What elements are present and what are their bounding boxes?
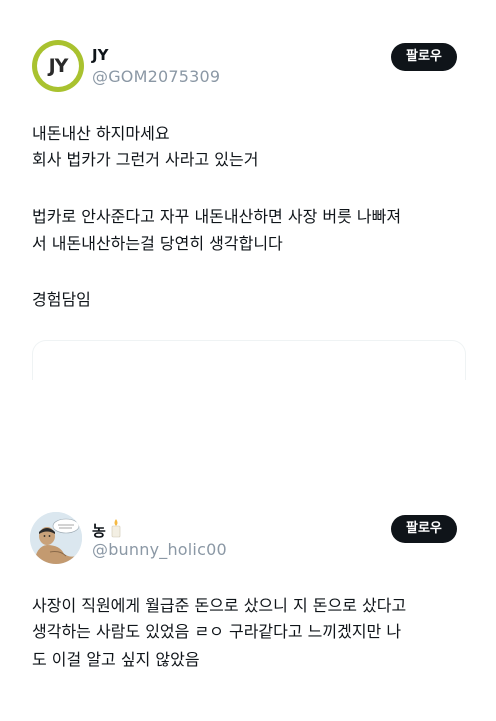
tweet-1-line-7: 경험담임 [32,290,91,309]
tweet-1-line-4: 법카로 안사준다고 자꾸 내돈내산하면 사장 버릇 나빠져 [32,207,402,226]
tweet-2-line-1: 사장이 직원에게 월급준 돈으로 샀으니 지 돈으로 샀다고 [32,596,407,615]
link-card-edge[interactable] [32,340,466,380]
avatar-jy[interactable]: JY [32,40,84,92]
handle-jy[interactable]: @GOM2075309 [92,67,220,86]
display-name-jy[interactable]: JY [92,46,108,64]
tweet-2-line-3: 도 이걸 알고 싶지 않았음 [32,650,200,669]
display-name-bunny-text: 농 [92,522,106,540]
tweet-2-line-2: 생각하는 사람도 있었음 ㄹㅇ 구라같다고 느끼겠지만 나 [32,622,402,641]
candle-icon [109,518,123,542]
display-name-bunny[interactable]: 농 [92,518,123,542]
tweet-1-line-1: 내돈내산 하지마세요 [32,124,170,143]
avatar-bunny[interactable] [30,512,82,564]
follow-button-bunny[interactable]: 팔로우 [391,515,457,543]
handle-bunny[interactable]: @bunny_holic00 [92,540,227,559]
avatar-figure-icon [30,512,82,564]
follow-button-jy[interactable]: 팔로우 [391,43,457,71]
avatar-initials: JY [37,45,79,87]
tweet-1-line-2: 회사 법카가 그런거 사라고 있는거 [32,150,259,169]
tweet-1-line-5: 서 내돈내산하는걸 당연히 생각합니다 [32,234,283,253]
